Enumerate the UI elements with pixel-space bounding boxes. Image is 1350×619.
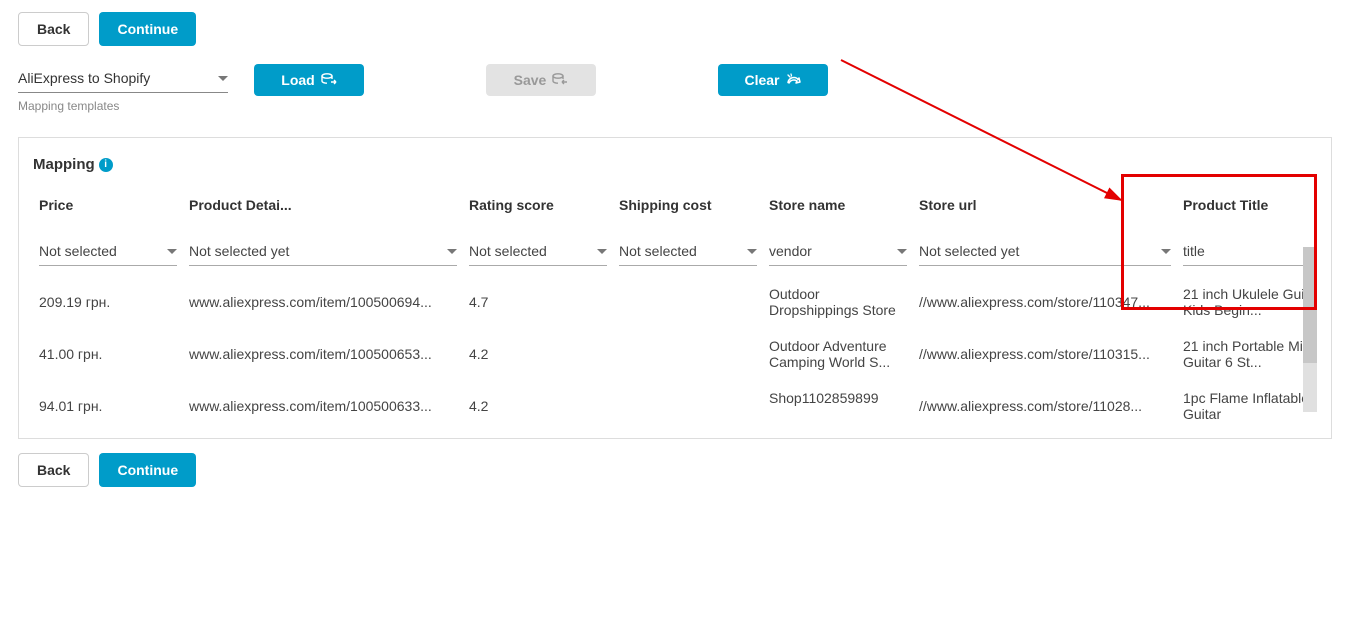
cell-rating: 4.2: [463, 328, 613, 380]
mapping-table: Price Product Detai... Rating score Ship…: [33, 187, 1317, 432]
map-select-title[interactable]: title: [1183, 239, 1317, 266]
cell-title: 21 inch Ukulele Guitar Kids Begin...: [1177, 276, 1317, 328]
chevron-down-icon: [897, 249, 907, 254]
cell-url: //www.aliexpress.com/store/11028...: [913, 380, 1177, 432]
cell-price: 209.19 грн.: [33, 276, 183, 328]
mapping-select-row: Not selected Not selected yet Not select…: [33, 229, 1317, 276]
cell-store: Outdoor Adventure Camping World S...: [763, 328, 913, 380]
save-icon: [552, 73, 568, 87]
column-header-price: Price: [33, 187, 183, 229]
cell-shipping: [613, 328, 763, 380]
mapping-table-scroll[interactable]: Price Product Detai... Rating score Ship…: [33, 187, 1317, 432]
cell-detail: www.aliexpress.com/item/100500653...: [183, 328, 463, 380]
load-icon: [321, 73, 337, 87]
column-header-shipping: Shipping cost: [613, 187, 763, 229]
cell-rating: 4.2: [463, 380, 613, 432]
map-select-rating[interactable]: Not selected: [469, 239, 607, 266]
cell-detail: www.aliexpress.com/item/100500694...: [183, 276, 463, 328]
table-row: 94.01 грн. www.aliexpress.com/item/10050…: [33, 380, 1317, 432]
save-button: Save: [486, 64, 596, 96]
clear-button[interactable]: Clear: [718, 64, 828, 96]
cell-title: 1pc Flame Inflatable Guitar: [1177, 380, 1317, 432]
column-header-detail: Product Detai...: [183, 187, 463, 229]
cell-url: //www.aliexpress.com/store/110315...: [913, 328, 1177, 380]
column-header-url: Store url: [913, 187, 1177, 229]
continue-button-bottom[interactable]: Continue: [99, 453, 196, 487]
mapping-template-select[interactable]: AliExpress to Shopify: [18, 64, 228, 93]
clear-icon: [786, 72, 802, 88]
vertical-scrollbar[interactable]: [1303, 247, 1317, 412]
cell-url: //www.aliexpress.com/store/110347...: [913, 276, 1177, 328]
chevron-down-icon: [218, 76, 228, 81]
map-select-detail[interactable]: Not selected yet: [189, 239, 457, 266]
cell-price: 41.00 грн.: [33, 328, 183, 380]
mapping-panel: Mapping i Price Product Detai... Rating …: [18, 137, 1332, 439]
table-row: 41.00 грн. www.aliexpress.com/item/10050…: [33, 328, 1317, 380]
cell-detail: www.aliexpress.com/item/100500633...: [183, 380, 463, 432]
chevron-down-icon: [1161, 249, 1171, 254]
back-button-bottom[interactable]: Back: [18, 453, 89, 487]
map-select-url[interactable]: Not selected yet: [919, 239, 1171, 266]
mapping-template-value: AliExpress to Shopify: [18, 70, 150, 86]
column-header-title: Product Title: [1177, 187, 1317, 229]
continue-button[interactable]: Continue: [99, 12, 196, 46]
chevron-down-icon: [167, 249, 177, 254]
cell-title: 21 inch Portable Mini Guitar 6 St...: [1177, 328, 1317, 380]
cell-store: Shop1102859899: [763, 380, 913, 432]
mapping-section-title: Mapping: [33, 156, 95, 173]
cell-shipping: [613, 276, 763, 328]
back-button[interactable]: Back: [18, 12, 89, 46]
load-button[interactable]: Load: [254, 64, 364, 96]
chevron-down-icon: [447, 249, 457, 254]
info-icon[interactable]: i: [99, 158, 113, 172]
cell-store: Outdoor Dropshippings Store: [763, 276, 913, 328]
scrollbar-thumb[interactable]: [1303, 247, 1317, 363]
mapping-template-hint: Mapping templates: [18, 99, 228, 113]
cell-rating: 4.7: [463, 276, 613, 328]
cell-price: 94.01 грн.: [33, 380, 183, 432]
column-header-rating: Rating score: [463, 187, 613, 229]
cell-shipping: [613, 380, 763, 432]
map-select-price[interactable]: Not selected: [39, 239, 177, 266]
map-select-shipping[interactable]: Not selected: [619, 239, 757, 266]
column-header-store: Store name: [763, 187, 913, 229]
chevron-down-icon: [597, 249, 607, 254]
chevron-down-icon: [747, 249, 757, 254]
table-row: 209.19 грн. www.aliexpress.com/item/1005…: [33, 276, 1317, 328]
map-select-store[interactable]: vendor: [769, 239, 907, 266]
